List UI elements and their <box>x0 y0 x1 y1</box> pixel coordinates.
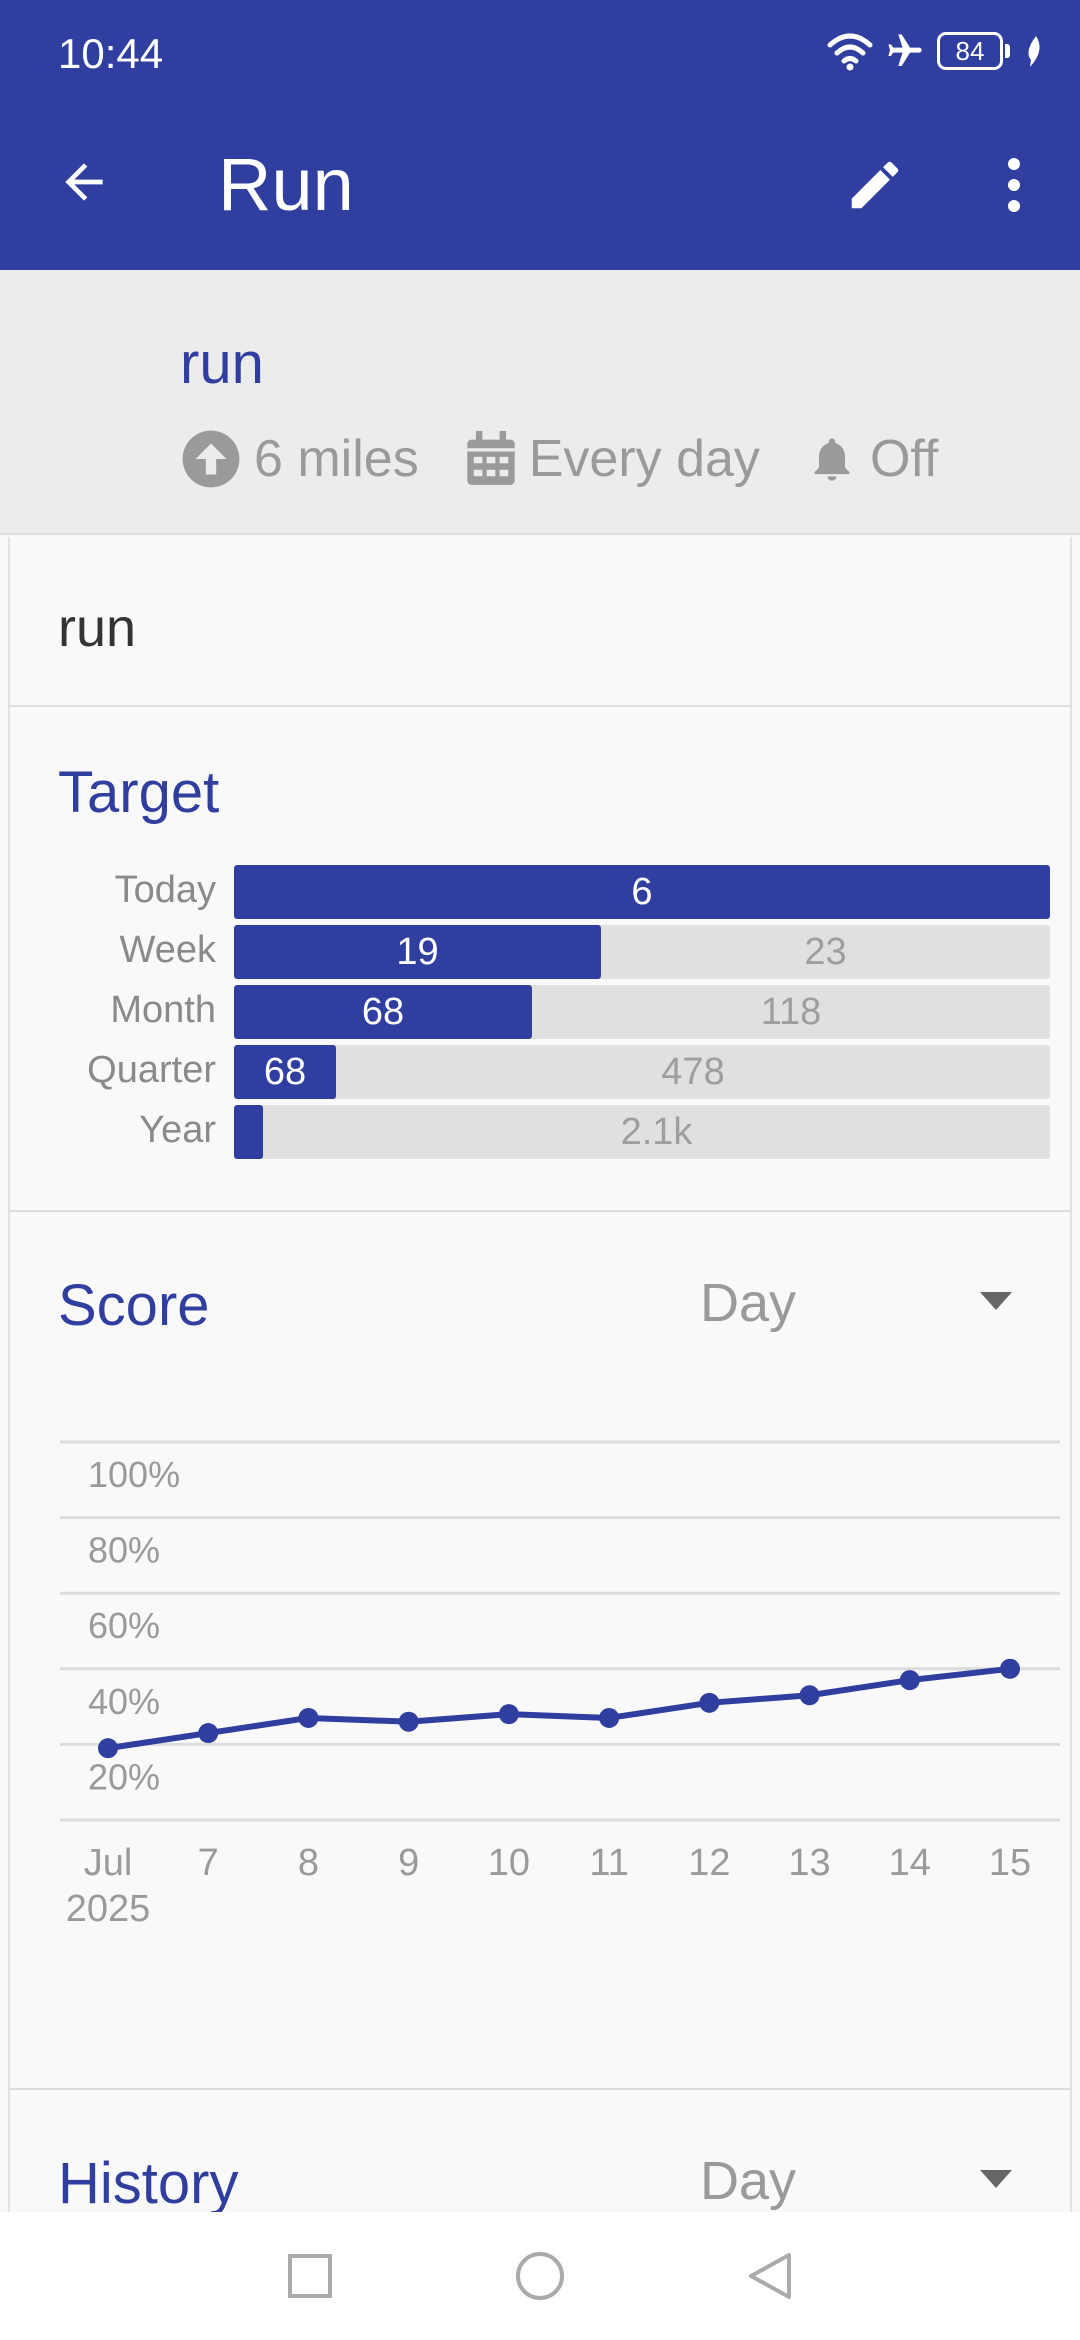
target-card: Target Today 6 Week 19 23 Month 68 118 Quarter 68… <box>8 707 1072 1212</box>
habit-name: run <box>180 331 264 396</box>
history-period-dropdown[interactable]: Day <box>700 2150 1012 2212</box>
score-point <box>599 1707 620 1728</box>
x-tick-label: 9 <box>398 1842 419 1884</box>
status-icons: 84 <box>827 28 1044 74</box>
bell-icon <box>814 438 850 481</box>
target-progress-bar: 68 478 <box>234 1045 1050 1099</box>
reminder-info: Off <box>806 429 938 489</box>
x-tick-label: 7 <box>198 1842 219 1884</box>
wifi-icon <box>827 33 873 71</box>
score-point <box>98 1738 118 1759</box>
caret-down-icon <box>980 2170 1012 2188</box>
habit-summary: run 6 miles Every day Off <box>0 270 1080 535</box>
target-rows: Today 6 Week 19 23 Month 68 118 Quarter 68 478 Year… <box>10 865 1074 1165</box>
x-tick-label: 14 <box>889 1842 931 1884</box>
score-period-label: Day <box>700 1273 797 1333</box>
system-back-button[interactable] <box>730 2236 810 2316</box>
score-point <box>799 1685 820 1706</box>
target-remaining-value: 2.1k <box>620 1111 693 1153</box>
home-circle-icon <box>516 2252 564 2300</box>
score-card: Score Day 20% 40% 60% 80% 100% Jul 2025 7 8 9 10 11… <box>8 1212 1072 2090</box>
target-row: Month 68 118 <box>10 985 1074 1045</box>
calendar-icon <box>467 431 515 485</box>
target-title: Target <box>58 760 220 825</box>
airplane-icon <box>888 34 922 66</box>
status-time: 10:44 <box>58 30 164 77</box>
battery-icon: 84 <box>937 32 1010 70</box>
score-point <box>899 1670 920 1691</box>
page-title: Run <box>218 143 354 226</box>
notes-text: run <box>58 598 137 658</box>
reminder-text: Off <box>869 430 939 488</box>
frequency-text: Every day <box>528 430 760 488</box>
target-row-label: Week <box>119 929 216 971</box>
more-vert-icon <box>1008 158 1020 212</box>
score-point <box>398 1711 419 1732</box>
target-row-label: Year <box>139 1109 216 1151</box>
history-title: History <box>58 2151 239 2216</box>
x-tick-label: 8 <box>298 1842 319 1884</box>
target-row-label: Month <box>110 989 216 1031</box>
score-title: Score <box>58 1273 210 1338</box>
score-line <box>107 1665 1011 1752</box>
target-remaining-value: 118 <box>760 991 822 1033</box>
score-point <box>1000 1658 1020 1679</box>
target-progress-bar: 19 23 <box>234 925 1050 979</box>
arrow-left-icon <box>65 163 103 201</box>
target-done-value: 19 <box>396 931 439 973</box>
x-tick-label: 2025 <box>66 1888 151 1930</box>
score-point <box>699 1692 720 1713</box>
target-row: Year 2.1k <box>10 1105 1074 1165</box>
target-info: 6 miles <box>180 428 419 490</box>
system-nav-bar <box>0 2212 1080 2340</box>
score-point <box>198 1723 219 1744</box>
score-period-dropdown[interactable]: Day <box>700 1272 1012 1334</box>
score-point <box>498 1704 519 1725</box>
frequency-info: Every day <box>465 429 760 489</box>
target-row-label: Today <box>114 869 216 911</box>
y-tick-label: 20% <box>88 1756 160 1797</box>
target-row: Today 6 <box>10 865 1074 925</box>
x-tick-label: 11 <box>589 1842 628 1884</box>
edit-button[interactable] <box>840 150 910 220</box>
recents-square-icon <box>288 2254 332 2298</box>
home-button[interactable] <box>500 2236 580 2316</box>
target-progress-bar: 68 118 <box>234 985 1050 1039</box>
leaf-icon <box>1028 36 1040 67</box>
x-tick-label: 10 <box>488 1842 530 1884</box>
target-row-label: Quarter <box>87 1049 216 1091</box>
score-point <box>298 1707 319 1728</box>
back-button[interactable] <box>52 150 116 214</box>
y-tick-label: 40% <box>88 1681 160 1722</box>
notes-card: run <box>8 537 1072 707</box>
target-remaining-value: 478 <box>661 1051 725 1093</box>
y-tick-label: 100% <box>88 1454 180 1495</box>
x-tick-label: 15 <box>989 1842 1031 1884</box>
habit-meta: 6 miles Every day Off <box>180 428 984 490</box>
target-progress-bar: 2.1k <box>234 1105 1050 1159</box>
caret-down-icon <box>980 1292 1012 1310</box>
target-row: Week 19 23 <box>10 925 1074 985</box>
y-tick-label: 80% <box>88 1530 160 1571</box>
pencil-icon <box>851 161 899 209</box>
x-tick-label: 13 <box>788 1842 830 1884</box>
target-done-value: 6 <box>631 871 653 913</box>
y-tick-label: 60% <box>88 1605 160 1646</box>
x-tick-label: Jul <box>84 1842 133 1884</box>
score-chart: 20% 40% 60% 80% 100% Jul2025 7 8 9 10 11 12 13 14 15 <box>60 1440 1060 1930</box>
back-triangle-icon <box>749 2253 791 2299</box>
arrow-up-circle-icon <box>182 430 240 488</box>
recents-button[interactable] <box>270 2236 350 2316</box>
target-progress-fill <box>234 1105 263 1159</box>
target-done-value: 68 <box>263 1051 307 1093</box>
more-options-button[interactable] <box>990 150 1038 220</box>
history-period-label: Day <box>700 2151 797 2211</box>
target-done-value: 68 <box>361 991 405 1033</box>
target-progress-bar: 6 <box>234 865 1050 919</box>
target-remaining-value: 23 <box>804 931 847 973</box>
app-bar: 10:44 84 Run <box>0 0 1080 270</box>
x-tick-label: 12 <box>688 1842 730 1884</box>
target-text: 6 miles <box>254 430 419 488</box>
target-row: Quarter 68 478 <box>10 1045 1074 1105</box>
